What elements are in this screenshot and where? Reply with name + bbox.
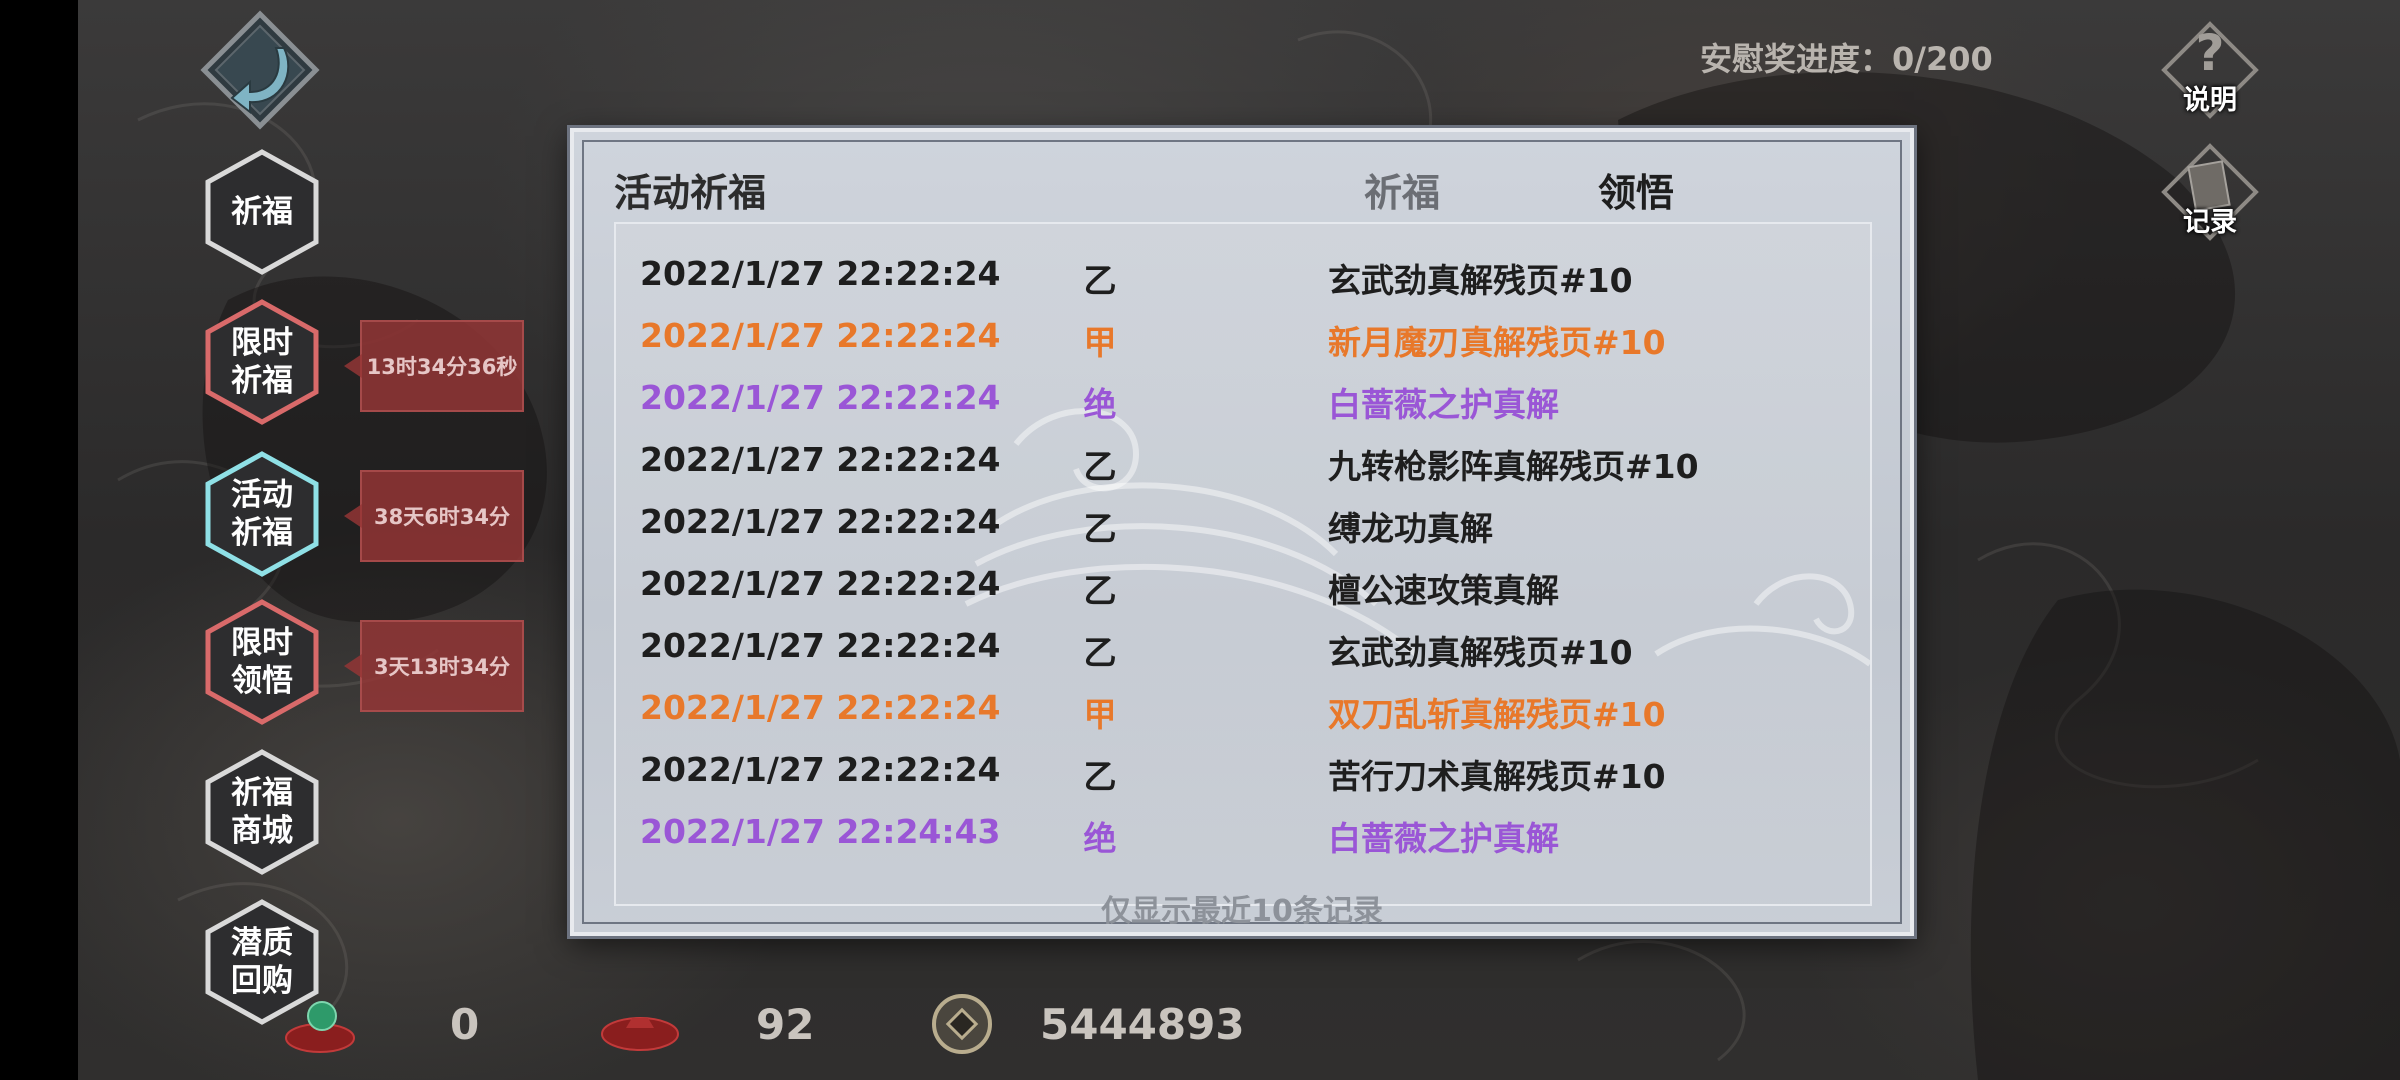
record-time: 2022/1/27 22:22:24 <box>640 626 1001 665</box>
record-grade: 乙 <box>1083 571 1117 610</box>
question-mark-icon: ? <box>2195 24 2225 82</box>
coin-amount: 5444893 <box>1040 1000 1245 1049</box>
jade-amount: 0 <box>450 1000 480 1049</box>
record-grade: 甲 <box>1083 695 1117 734</box>
nav-pray[interactable]: 祈福 <box>204 148 320 276</box>
record-grade: 绝 <box>1083 819 1117 858</box>
record-time: 2022/1/27 22:22:24 <box>640 440 1001 479</box>
consolation-progress: 安慰奖进度：0/200 <box>1700 40 1993 78</box>
nav-limited-pray-label: 限时 祈福 <box>231 325 293 399</box>
token-amount: 92 <box>756 1000 815 1049</box>
game-screen: 祈福 限时 祈福 13时34分36秒 活动 祈福 38天6时34分 限时 领悟 … <box>0 0 2400 1080</box>
record-item: 新月魔刃真解残页#10 <box>1328 323 1666 362</box>
record-time: 2022/1/27 22:24:43 <box>640 812 1001 851</box>
pray-record-panel: 活动祈福 祈福 领悟 2022/1/27 22:22:24 乙玄武劲真解残页#10… <box>570 128 1914 936</box>
red-cushion-jade-icon <box>285 1001 355 1053</box>
record-row: 2022/1/27 22:22:24 甲 双刀乱斩真解残页#10 <box>616 676 1870 738</box>
nav-limited-comprehend[interactable]: 限时 领悟 <box>204 598 320 726</box>
back-arrow-icon <box>200 10 320 130</box>
help-button[interactable]: ? 说明 <box>2160 14 2260 130</box>
record-row: 2022/1/27 22:22:24 乙 苦行刀术真解残页#10 <box>616 738 1870 800</box>
panel-title: 活动祈福 <box>614 171 767 215</box>
record-item: 玄武劲真解残页#10 <box>1328 261 1633 300</box>
record-row: 2022/1/27 22:22:24 乙 玄武劲真解残页#10 <box>616 242 1870 304</box>
record-grade: 甲 <box>1083 323 1117 362</box>
limited-pray-timer: 13时34分36秒 <box>344 320 524 412</box>
record-label: 记录 <box>2183 207 2237 238</box>
record-grade: 乙 <box>1083 633 1117 672</box>
recent-records-note: 仅显示最近10条记录 <box>1101 894 1383 929</box>
coin-icon <box>932 994 992 1054</box>
coin-currency: 5444893 <box>930 994 1250 1060</box>
limited-comprehend-timer: 3天13时34分 <box>344 620 524 712</box>
nav-limited-comprehend-label: 限时 领悟 <box>231 625 293 699</box>
record-row: 2022/1/27 22:22:24 甲 新月魔刃真解残页#10 <box>616 304 1870 366</box>
tab-comprehend[interactable]: 领悟 <box>1598 162 1674 217</box>
record-grade: 乙 <box>1083 757 1117 796</box>
nav-pray-shop[interactable]: 祈福 商城 <box>204 748 320 876</box>
record-row: 2022/1/27 22:22:24 乙 玄武劲真解残页#10 <box>616 614 1870 676</box>
record-time: 2022/1/27 22:22:24 <box>640 254 1001 293</box>
record-item: 九转枪影阵真解残页#10 <box>1328 447 1699 486</box>
record-item: 缚龙功真解 <box>1328 509 1493 548</box>
record-time: 2022/1/27 22:22:24 <box>640 316 1001 355</box>
record-button[interactable]: 记录 <box>2160 136 2260 252</box>
record-row: 2022/1/27 22:24:43 绝 白蔷薇之护真解 <box>616 800 1870 862</box>
nav-pray-shop-label: 祈福 商城 <box>231 775 293 849</box>
record-item: 檀公速攻策真解 <box>1328 571 1559 610</box>
jade-currency: 0 <box>280 1000 520 1060</box>
record-time: 2022/1/27 22:22:24 <box>640 688 1001 727</box>
nav-event-pray[interactable]: 活动 祈福 <box>204 450 320 578</box>
record-grade: 乙 <box>1083 261 1117 300</box>
record-item: 白蔷薇之护真解 <box>1328 385 1559 424</box>
tab-pray[interactable]: 祈福 <box>1364 162 1440 217</box>
record-row: 2022/1/27 22:22:24 绝 白蔷薇之护真解 <box>616 366 1870 428</box>
nav-limited-pray[interactable]: 限时 祈福 <box>204 298 320 426</box>
token-currency: 92 <box>598 1000 838 1060</box>
record-row: 2022/1/27 22:22:24 乙 九转枪影阵真解残页#10 <box>616 428 1870 490</box>
record-grade: 乙 <box>1083 509 1117 548</box>
red-cushion-token-icon <box>601 1017 679 1051</box>
record-time: 2022/1/27 22:22:24 <box>640 378 1001 417</box>
back-button[interactable] <box>198 8 322 132</box>
record-time: 2022/1/27 22:22:24 <box>640 750 1001 789</box>
record-grade: 绝 <box>1083 385 1117 424</box>
record-row: 2022/1/27 22:22:24 乙 缚龙功真解 <box>616 490 1870 552</box>
nav-pray-label: 祈福 <box>231 194 293 230</box>
record-item: 白蔷薇之护真解 <box>1328 819 1559 858</box>
event-pray-timer: 38天6时34分 <box>344 470 524 562</box>
record-item: 苦行刀术真解残页#10 <box>1328 757 1666 796</box>
record-time: 2022/1/27 22:22:24 <box>640 564 1001 603</box>
record-row: 2022/1/27 22:22:24 乙 檀公速攻策真解 <box>616 552 1870 614</box>
record-item: 玄武劲真解残页#10 <box>1328 633 1633 672</box>
help-label: 说明 <box>2183 85 2237 116</box>
nav-event-pray-label: 活动 祈福 <box>231 477 293 551</box>
record-list: 2022/1/27 22:22:24 乙玄武劲真解残页#10 2022/1/27 2… <box>614 222 1872 906</box>
record-time: 2022/1/27 22:22:24 <box>640 502 1001 541</box>
record-item: 双刀乱斩真解残页#10 <box>1328 695 1666 734</box>
record-grade: 乙 <box>1083 447 1117 486</box>
